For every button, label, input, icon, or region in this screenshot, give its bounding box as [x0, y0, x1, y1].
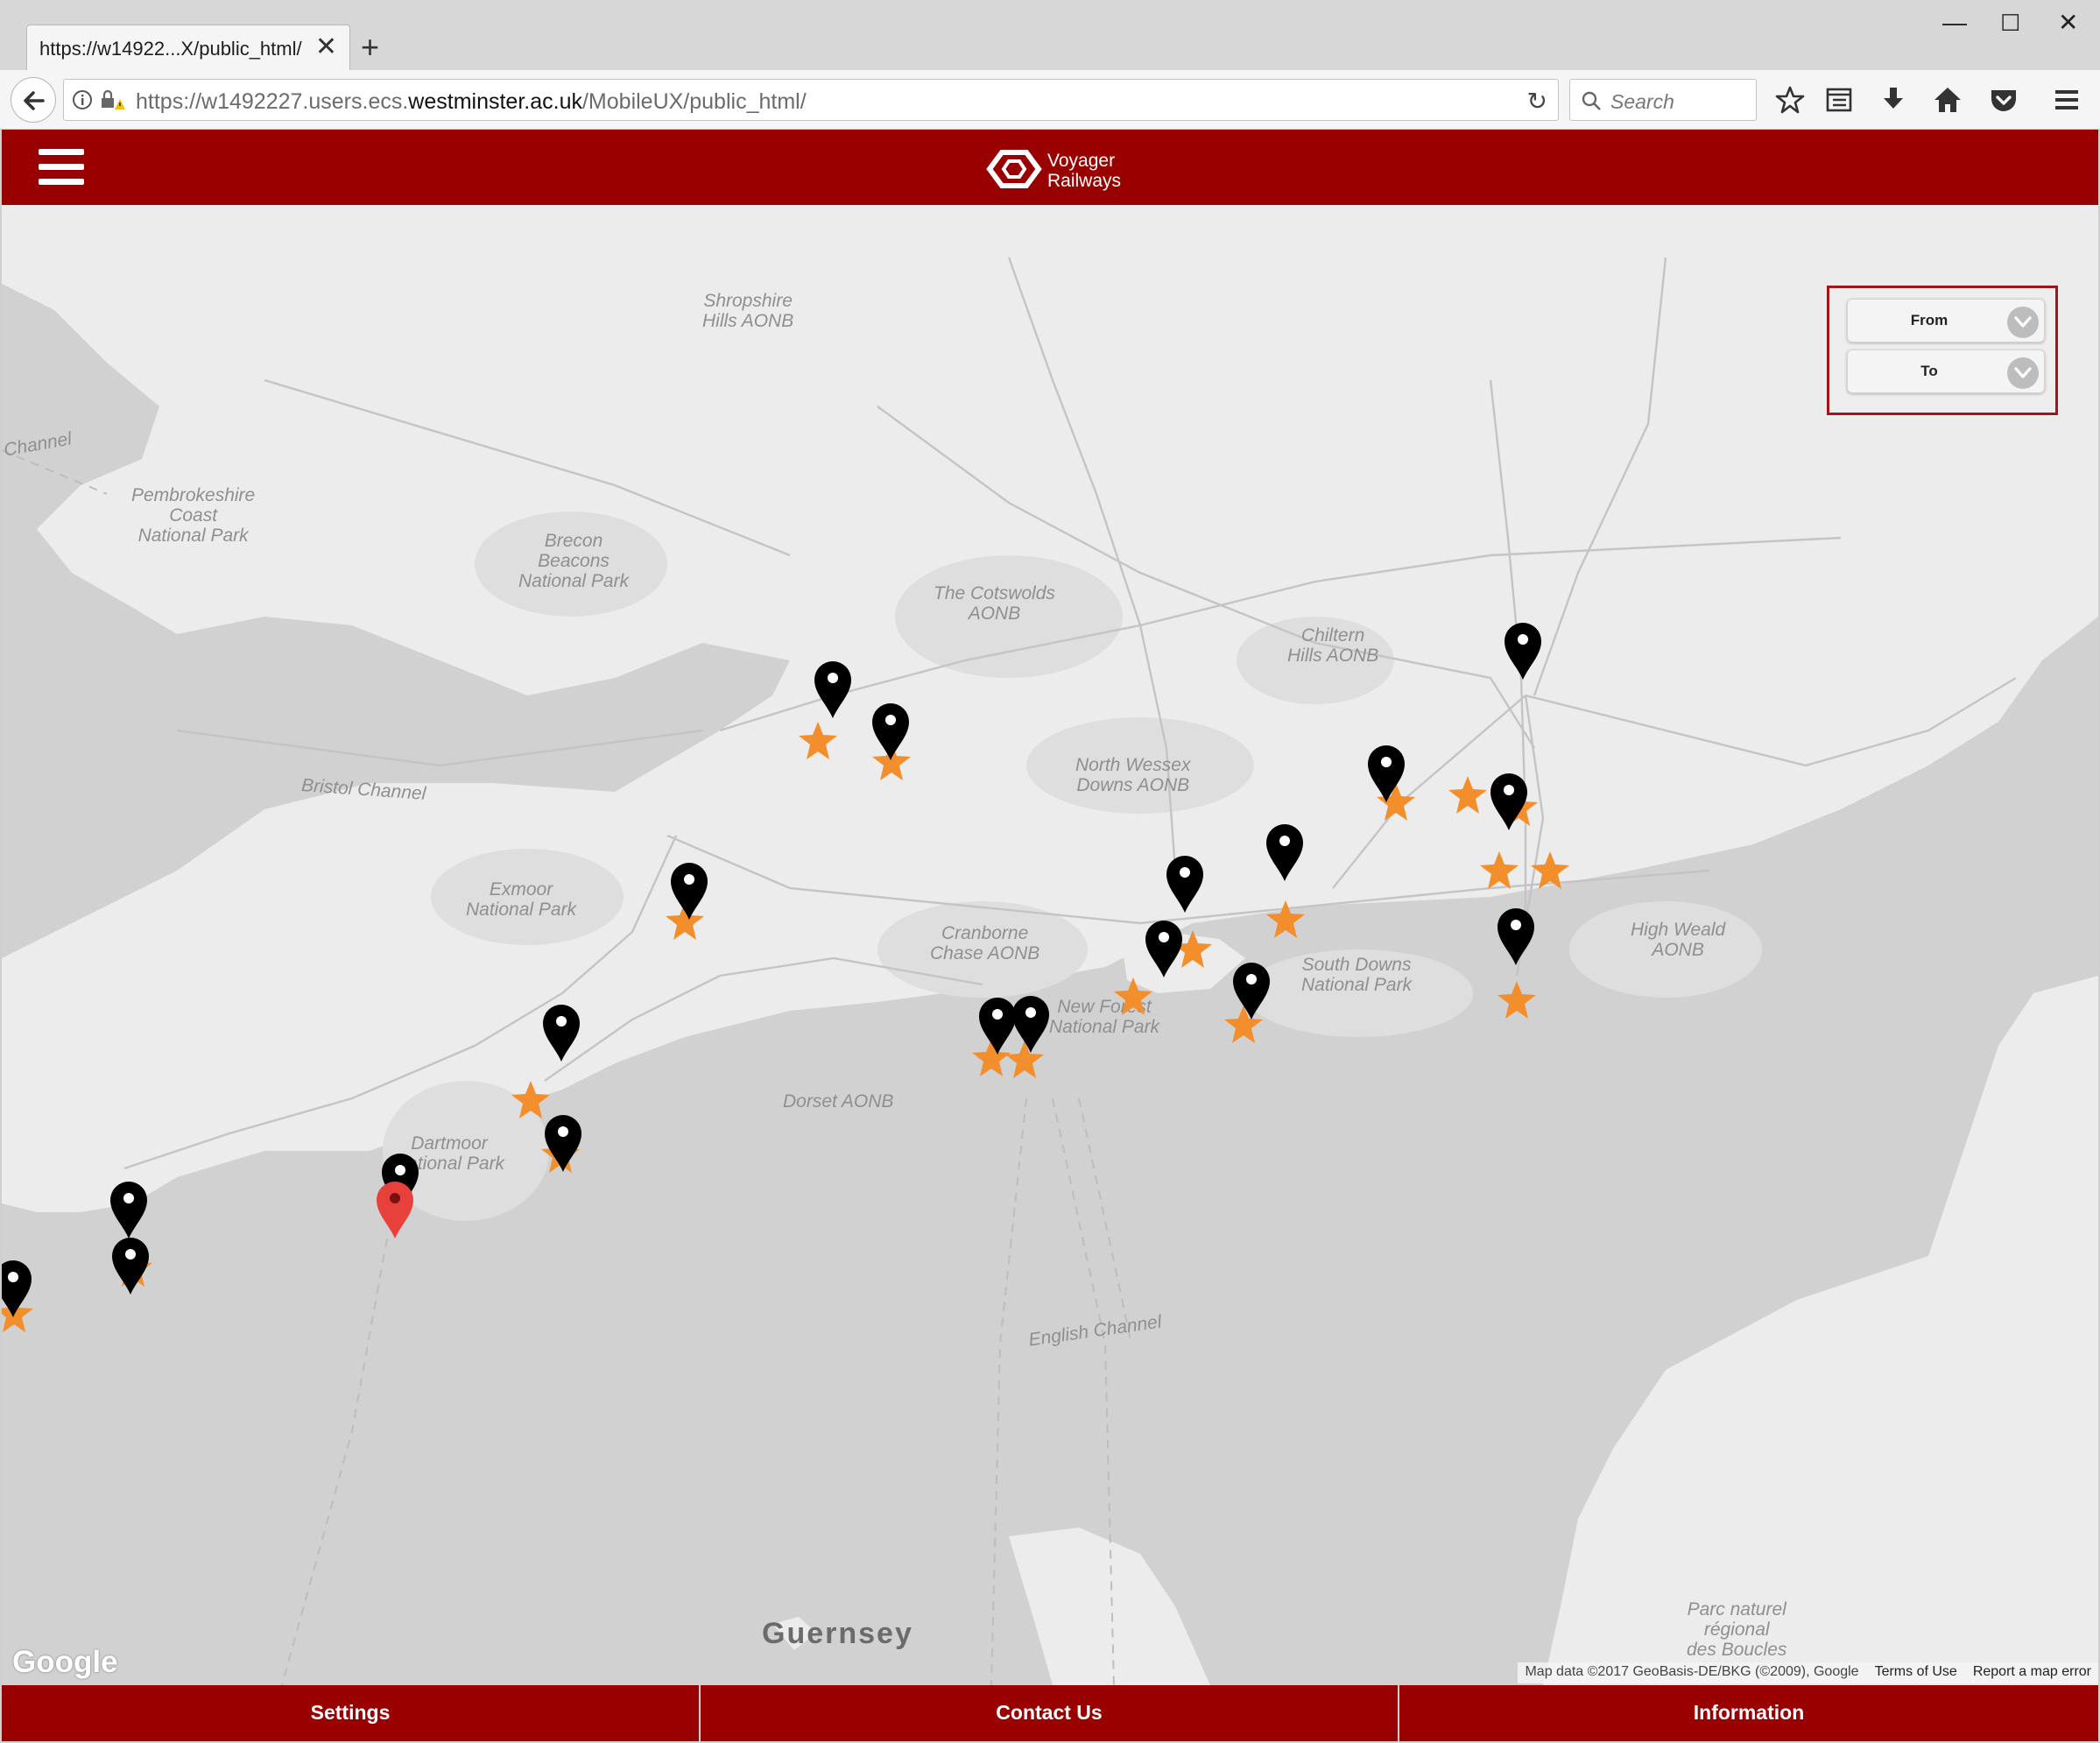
browser-titlebar: https://w14922...X/public_html/ ✕ + — ☐ … — [0, 0, 2100, 70]
back-button[interactable] — [11, 77, 56, 123]
map-label-cranborne: Cranborne Chase AONB — [930, 923, 1040, 963]
station-star-icon — [1265, 899, 1307, 941]
search-input[interactable]: Search — [1569, 79, 1757, 121]
tab-title: https://w14922...X/public_html/ — [39, 38, 302, 60]
station-marker-icon[interactable] — [1263, 822, 1307, 883]
window-close-icon[interactable]: ✕ — [2058, 11, 2078, 35]
station-marker-icon[interactable] — [667, 860, 711, 921]
map-label-south-downs: South Downs National Park — [1301, 955, 1413, 995]
back-arrow-icon — [24, 91, 45, 110]
station-marker-icon[interactable] — [1364, 743, 1408, 804]
map-label-pembrokeshire: Pembrokeshire Coast National Park — [131, 485, 256, 546]
map-data-text: Map data ©2017 GeoBasis-DE/BKG (©2009), … — [1525, 1664, 1859, 1679]
url-text[interactable]: https://w1492227.users.ecs.westminster.a… — [136, 89, 807, 115]
station-star-icon — [1447, 774, 1489, 816]
station-marker-icon[interactable] — [1501, 620, 1545, 681]
search-placeholder: Search — [1610, 90, 1674, 113]
logo-icon — [986, 150, 1042, 188]
station-star-icon — [1112, 976, 1154, 1018]
logo-text: Voyager Railways — [1047, 151, 1121, 191]
station-marker-icon[interactable] — [1487, 771, 1531, 832]
browser-menu-icon[interactable] — [2051, 84, 2082, 116]
information-button[interactable]: Information — [1399, 1685, 2098, 1741]
logo-line-1: Voyager — [1047, 151, 1116, 171]
station-marker-icon[interactable] — [1163, 853, 1207, 914]
map-label-high-weald: High Weald AONB — [1631, 920, 1726, 960]
google-logo[interactable]: Google — [12, 1645, 118, 1680]
map-label-north-wessex: North Wessex Downs AONB — [1075, 755, 1191, 795]
map-label-chiltern: Chiltern Hills AONB — [1287, 625, 1379, 666]
station-marker-icon[interactable] — [1009, 993, 1053, 1055]
map-label-exmoor: Exmoor National Park — [466, 879, 577, 920]
report-map-error-link[interactable]: Report a map error — [1973, 1664, 2091, 1679]
url-host: westminster.ac.uk — [408, 89, 582, 114]
reading-list-icon[interactable] — [1823, 84, 1855, 116]
map-attribution: Map data ©2017 GeoBasis-DE/BKG (©2009), … — [1518, 1662, 2098, 1683]
map-label-parc-naturel: Parc naturel régional des Boucles — [1687, 1599, 1787, 1660]
reload-icon[interactable]: ↻ — [1527, 87, 1547, 116]
chevron-down-icon[interactable] — [2007, 307, 2039, 338]
station-marker-icon[interactable] — [2, 1258, 35, 1319]
terms-of-use-link[interactable]: Terms of Use — [1875, 1664, 1957, 1679]
station-marker-icon[interactable] — [1494, 906, 1538, 967]
station-star-icon — [1478, 850, 1520, 892]
map-label-brecon: Brecon Beacons National Park — [518, 531, 630, 591]
station-marker-icon[interactable] — [109, 1235, 152, 1296]
station-marker-icon[interactable] — [811, 659, 855, 720]
bookmark-star-icon[interactable] — [1774, 84, 1806, 116]
pocket-icon[interactable] — [1988, 84, 2019, 116]
app-header: Voyager Railways — [2, 130, 2098, 205]
url-prefix: https://w1492227.users.ecs. — [136, 89, 409, 114]
map-label-cotswolds: The Cotswolds AONB — [934, 583, 1055, 624]
map-label-guernsey: Guernsey — [762, 1617, 913, 1650]
map-label-shropshire: Shropshire Hills AONB — [702, 291, 794, 331]
station-star-icon — [1529, 850, 1571, 892]
station-star-icon — [1496, 979, 1538, 1021]
url-bar[interactable]: https://w1492227.users.ecs.westminster.a… — [63, 79, 1559, 121]
settings-button[interactable]: Settings — [2, 1685, 701, 1741]
maximize-icon[interactable]: ☐ — [2000, 11, 2020, 35]
uk-landmass — [2, 205, 2098, 1212]
chevron-down-icon[interactable] — [2007, 357, 2039, 389]
from-label: From — [1910, 312, 1948, 328]
app-footer: Settings Contact Us Information — [2, 1685, 2098, 1741]
close-tab-icon[interactable]: ✕ — [315, 34, 337, 60]
station-marker-icon[interactable] — [869, 701, 913, 762]
from-select[interactable]: From — [1847, 299, 2045, 342]
station-marker-icon[interactable] — [107, 1179, 151, 1240]
current-location-marker-icon[interactable] — [373, 1179, 413, 1240]
browser-navbar: https://w1492227.users.ecs.westminster.a… — [0, 70, 2100, 130]
home-icon[interactable] — [1932, 84, 1963, 116]
station-marker-icon[interactable] — [541, 1112, 585, 1174]
to-label: To — [1920, 363, 1938, 379]
contact-us-button[interactable]: Contact Us — [701, 1685, 1399, 1741]
browser-tab[interactable]: https://w14922...X/public_html/ ✕ — [26, 25, 350, 70]
station-star-icon — [797, 720, 839, 762]
to-select[interactable]: To — [1847, 349, 2045, 393]
cotentin-peninsula — [1009, 1528, 1210, 1685]
download-icon[interactable] — [1878, 84, 1909, 116]
hamburger-menu-icon[interactable] — [39, 149, 84, 186]
france-landmass — [1543, 976, 2098, 1685]
info-icon[interactable] — [71, 88, 94, 111]
station-marker-icon[interactable] — [1230, 960, 1273, 1021]
map-base-layer — [2, 205, 2098, 1685]
voyager-railways-logo: Voyager Railways — [983, 147, 1131, 191]
station-marker-icon[interactable] — [1142, 918, 1186, 979]
search-icon — [1582, 91, 1601, 110]
url-suffix: /MobileUX/public_html/ — [581, 89, 807, 114]
minimize-icon[interactable]: — — [1942, 11, 1967, 35]
logo-line-2: Railways — [1047, 171, 1122, 191]
station-marker-icon[interactable] — [539, 1002, 583, 1063]
insecure-lock-icon[interactable] — [99, 88, 125, 111]
map-label-dorset: Dorset AONB — [783, 1091, 894, 1111]
new-tab-button[interactable]: + — [361, 32, 379, 63]
route-select-panel: From To — [1827, 286, 2058, 415]
map-canvas[interactable]: Shropshire Hills AONB Channel Pembrokeshi… — [2, 205, 2098, 1685]
app-container: Voyager Railways Shropshire Hills AONB C… — [2, 130, 2098, 1741]
